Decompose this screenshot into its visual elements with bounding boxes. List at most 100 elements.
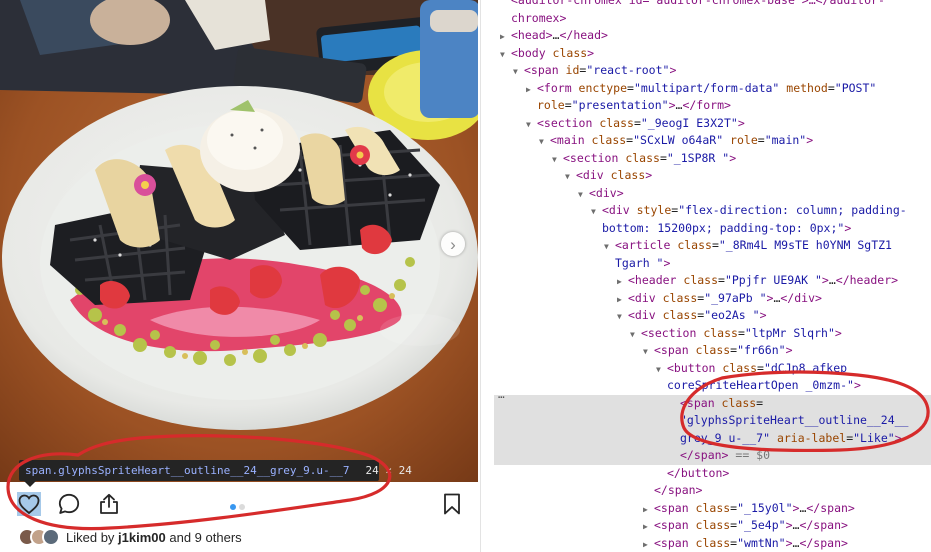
dom-token: <button [667, 360, 723, 375]
dom-token: > [668, 98, 676, 112]
dom-token: "SCxLW o64aR" [633, 133, 731, 147]
dom-token: > [785, 518, 793, 532]
share-button[interactable] [97, 492, 121, 516]
collapse-triangle-icon[interactable]: ▶ [617, 291, 628, 309]
dom-token: = [627, 80, 634, 95]
expand-triangle-icon[interactable]: ▼ [565, 168, 576, 186]
expand-triangle-icon[interactable]: ▼ [591, 203, 602, 221]
dom-node-row[interactable]: ▼ <section class="_1SP8R "> [494, 150, 931, 169]
dom-node-row[interactable]: ▶ <span class="wmtNn">…</span> [494, 535, 931, 552]
dom-token: "react-root" [586, 63, 670, 77]
dom-node-row[interactable]: </span> [494, 482, 931, 500]
collapse-triangle-icon[interactable]: ▶ [643, 518, 654, 536]
dom-node-row[interactable]: <auditor-chromex id="auditor-chromex-bas… [494, 0, 931, 10]
dom-node-row[interactable]: ▼ <div style="flex-direction: column; pad… [494, 202, 931, 221]
expand-triangle-icon[interactable]: ▼ [526, 116, 537, 134]
dom-node-row[interactable]: ▼ <span id="react-root"> [494, 62, 931, 81]
dom-token: <head> [511, 28, 553, 42]
dom-token: enctype [578, 80, 628, 95]
dom-token: class [599, 115, 634, 130]
liked-by-suffix[interactable]: and 9 others [169, 530, 241, 545]
dom-node-row[interactable]: "glyphsSpriteHeart__outline__24__ [494, 412, 931, 430]
carousel-next-button[interactable]: › [441, 232, 465, 256]
dom-node-row[interactable]: role="presentation">…</form> [494, 97, 931, 115]
dom-token: <span [680, 395, 722, 410]
dom-token: id [565, 63, 580, 77]
expand-triangle-icon[interactable]: ▼ [552, 151, 563, 169]
expand-triangle-icon[interactable]: ▼ [500, 46, 511, 64]
dom-node-row[interactable]: ▼ <div class> [494, 167, 931, 186]
dom-node-row[interactable]: ▼ <section class="ltpMr Slqrh"> [494, 325, 931, 344]
dom-node-row[interactable]: ▶ <head>…</head> [494, 27, 931, 46]
expand-triangle-icon[interactable]: ▼ [656, 361, 667, 379]
dom-node-row[interactable]: ▶ <form enctype="multipart/form-data" met… [494, 80, 931, 99]
dom-token: … [828, 273, 836, 287]
dom-token: > [645, 168, 653, 182]
dom-node-row[interactable]: ▼ <article class="_8Rm4L M9sTE h0YNM SgTZ… [494, 237, 931, 256]
dom-token: > [663, 255, 671, 270]
expand-triangle-icon[interactable]: ▼ [578, 186, 589, 204]
like-button[interactable] [17, 492, 41, 516]
bookmark-icon [444, 493, 460, 515]
dom-token: <div [628, 290, 663, 305]
avatar[interactable] [42, 528, 60, 546]
dom-node-row[interactable]: ▶ <header class="Ppjfr UE9AK ">…</header> [494, 272, 931, 291]
dom-node-row[interactable]: ▼ <div class="eo2As "> [494, 307, 931, 326]
dom-token: <span [654, 343, 696, 357]
dom-node-row[interactable]: bottom: 15200px; padding-top: 0px;"> [494, 220, 931, 238]
dom-node-row[interactable]: ▶ <div class="_97aPb ">…</div> [494, 290, 931, 309]
tooltip-caret [24, 481, 36, 487]
dom-node-row[interactable]: ▶ <span class="_15y0l">…</span> [494, 500, 931, 519]
comment-button[interactable] [57, 492, 81, 516]
collapse-triangle-icon[interactable]: ▶ [526, 81, 537, 99]
expand-triangle-icon[interactable]: ▼ [643, 343, 654, 361]
dom-token: class [677, 238, 712, 252]
dom-token: <form [537, 80, 579, 95]
dom-node-row[interactable]: </button> [494, 465, 931, 483]
dom-node-row[interactable]: ▼ <div> [494, 185, 931, 204]
dom-node-row[interactable]: coreSpriteHeartOpen _0mzm-"> [494, 377, 931, 395]
heart-outline-icon [18, 494, 40, 515]
post-photo[interactable] [0, 0, 478, 482]
dom-token: Tgarh " [615, 255, 664, 270]
collapse-triangle-icon[interactable]: ▶ [643, 536, 654, 552]
dom-node-row[interactable]: ▼ <button class="dCJp8 afkep [494, 360, 931, 379]
collapse-triangle-icon[interactable]: ▶ [500, 28, 511, 46]
dom-token: > [587, 45, 595, 60]
dom-token: > [785, 343, 793, 357]
dom-token: class [683, 273, 719, 287]
dom-node-row[interactable]: chromex> [494, 10, 931, 28]
devtools-elements-panel[interactable]: <auditor-chromex id="auditor-chromex-bas… [494, 0, 931, 552]
dom-token: </span> [799, 535, 848, 550]
dom-node-row[interactable]: ▼ <body class> [494, 45, 931, 64]
food-photo-illustration [0, 0, 478, 482]
share-upload-icon [100, 493, 118, 514]
dom-token: class [662, 308, 698, 322]
dom-node-row[interactable]: <span class= [494, 394, 931, 412]
expand-triangle-icon[interactable]: ▼ [630, 326, 641, 344]
liked-by-user-link[interactable]: j1kim00 [118, 530, 166, 545]
dom-node-row[interactable]: grey_9 u-__7" aria-label="Like"> [494, 429, 931, 447]
collapse-triangle-icon[interactable]: ▶ [643, 501, 654, 519]
dom-token: style [636, 203, 672, 217]
dom-token: "dCJp8 afkep [763, 360, 848, 375]
dom-node-row[interactable]: ▼ <main class="SCxLW o64aR" role="main"> [494, 132, 931, 151]
row-options-ellipsis[interactable]: … [498, 388, 505, 401]
dom-token: </head> [559, 28, 608, 42]
dom-node-row[interactable]: ▶ <span class="_5e4p">…</span> [494, 517, 931, 536]
expand-triangle-icon[interactable]: ▼ [617, 308, 628, 326]
expand-triangle-icon[interactable]: ▼ [513, 63, 524, 81]
dom-node-row[interactable]: ▼ <section class="_9eogI E3X2T"> [494, 115, 931, 134]
dom-token: <section [563, 150, 626, 165]
dom-token: </button> [667, 465, 730, 480]
dom-token: > [669, 63, 677, 77]
dom-token: class [703, 325, 738, 340]
dom-token: "wmtNn" [737, 535, 786, 550]
expand-triangle-icon[interactable]: ▼ [604, 238, 615, 256]
collapse-triangle-icon[interactable]: ▶ [617, 273, 628, 291]
save-button[interactable] [440, 492, 464, 516]
dom-node-row[interactable]: ▼ <span class="fr66n"> [494, 342, 931, 361]
expand-triangle-icon[interactable]: ▼ [539, 133, 550, 151]
dom-node-row[interactable]: </span> == $0 [494, 447, 931, 465]
dom-node-row[interactable]: Tgarh "> [494, 255, 931, 273]
